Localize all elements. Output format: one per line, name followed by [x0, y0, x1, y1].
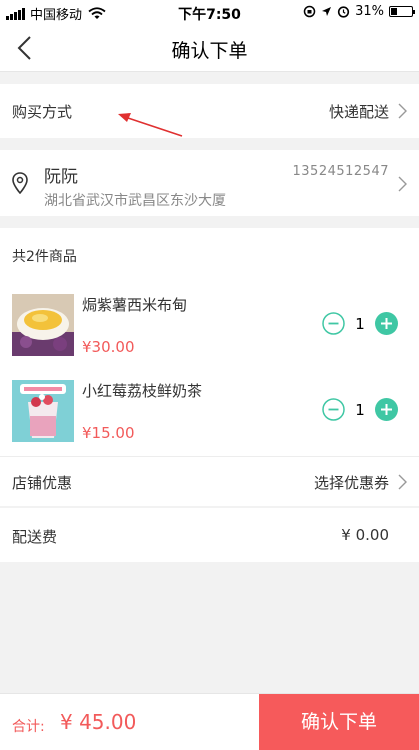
- product-item: 小红莓荔枝鲜奶茶 ¥15.00 1: [0, 380, 419, 450]
- shipping-fee-value: ¥ 0.00: [341, 526, 389, 544]
- minus-button[interactable]: [322, 312, 345, 335]
- goods-section: 共2件商品 焗紫薯西米布甸 ¥30.00 1 小红莓荔枝鲜奶茶 ¥15.00 1: [0, 228, 419, 456]
- nav-bar: 确认下单: [0, 24, 419, 72]
- product-image: [12, 380, 74, 442]
- coupon-row[interactable]: 店铺优惠 选择优惠券: [0, 456, 419, 506]
- shipping-fee-row: 配送费 ¥ 0.00: [0, 508, 419, 562]
- product-name: 焗紫薯西米布甸: [82, 296, 188, 314]
- total-label: 合计:: [12, 719, 45, 735]
- location-pin-icon: [12, 172, 28, 194]
- chevron-right-icon: [398, 176, 407, 192]
- coupon-value: 选择优惠券: [313, 474, 389, 492]
- bottom-bar: 合计: ¥ 45.00 确认下单: [0, 693, 419, 750]
- product-image: [12, 294, 74, 356]
- quantity-value: 1: [355, 401, 365, 419]
- shipping-fee-label: 配送费: [12, 528, 58, 546]
- chevron-left-icon: [17, 36, 31, 60]
- product-price: ¥30.00: [82, 338, 135, 356]
- recipient-name: 阮阮: [44, 167, 78, 187]
- purchase-method-row[interactable]: 购买方式 快递配送: [0, 84, 419, 138]
- recipient-address: 湖北省武汉市武昌区东沙大厦: [44, 193, 226, 209]
- confirm-order-button[interactable]: 确认下单: [259, 694, 419, 750]
- product-item: 焗紫薯西米布甸 ¥30.00 1: [0, 294, 419, 364]
- status-right: 31%: [303, 4, 415, 19]
- chevron-right-icon: [398, 474, 407, 490]
- battery-percent: 31%: [355, 4, 384, 19]
- chevron-right-icon: [398, 103, 407, 119]
- back-button[interactable]: [8, 30, 44, 66]
- address-row[interactable]: 阮阮 13524512547 湖北省武汉市武昌区东沙大厦: [0, 150, 419, 216]
- quantity-stepper: 1: [322, 312, 398, 336]
- minus-button[interactable]: [322, 398, 345, 421]
- product-name: 小红莓荔枝鲜奶茶: [82, 382, 203, 400]
- recipient-phone: 13524512547: [292, 164, 389, 179]
- purchase-method-label: 购买方式: [12, 103, 73, 121]
- quantity-stepper: 1: [322, 398, 398, 422]
- coupon-label: 店铺优惠: [12, 474, 73, 492]
- location-arrow-icon: [322, 7, 332, 16]
- page-title: 确认下单: [171, 40, 248, 62]
- product-price: ¥15.00: [82, 424, 135, 442]
- status-bar: 中国移动 下午7:50 31%: [0, 0, 419, 24]
- plus-button[interactable]: [375, 312, 398, 335]
- purchase-method-value: 快递配送: [328, 103, 389, 121]
- battery-icon: [389, 6, 415, 17]
- goods-count: 共2件商品: [12, 249, 77, 265]
- total-value: ¥ 45.00: [60, 710, 137, 734]
- rotation-lock-icon: [303, 5, 316, 18]
- quantity-value: 1: [355, 315, 365, 333]
- alarm-icon: [337, 6, 350, 18]
- plus-button[interactable]: [375, 398, 398, 421]
